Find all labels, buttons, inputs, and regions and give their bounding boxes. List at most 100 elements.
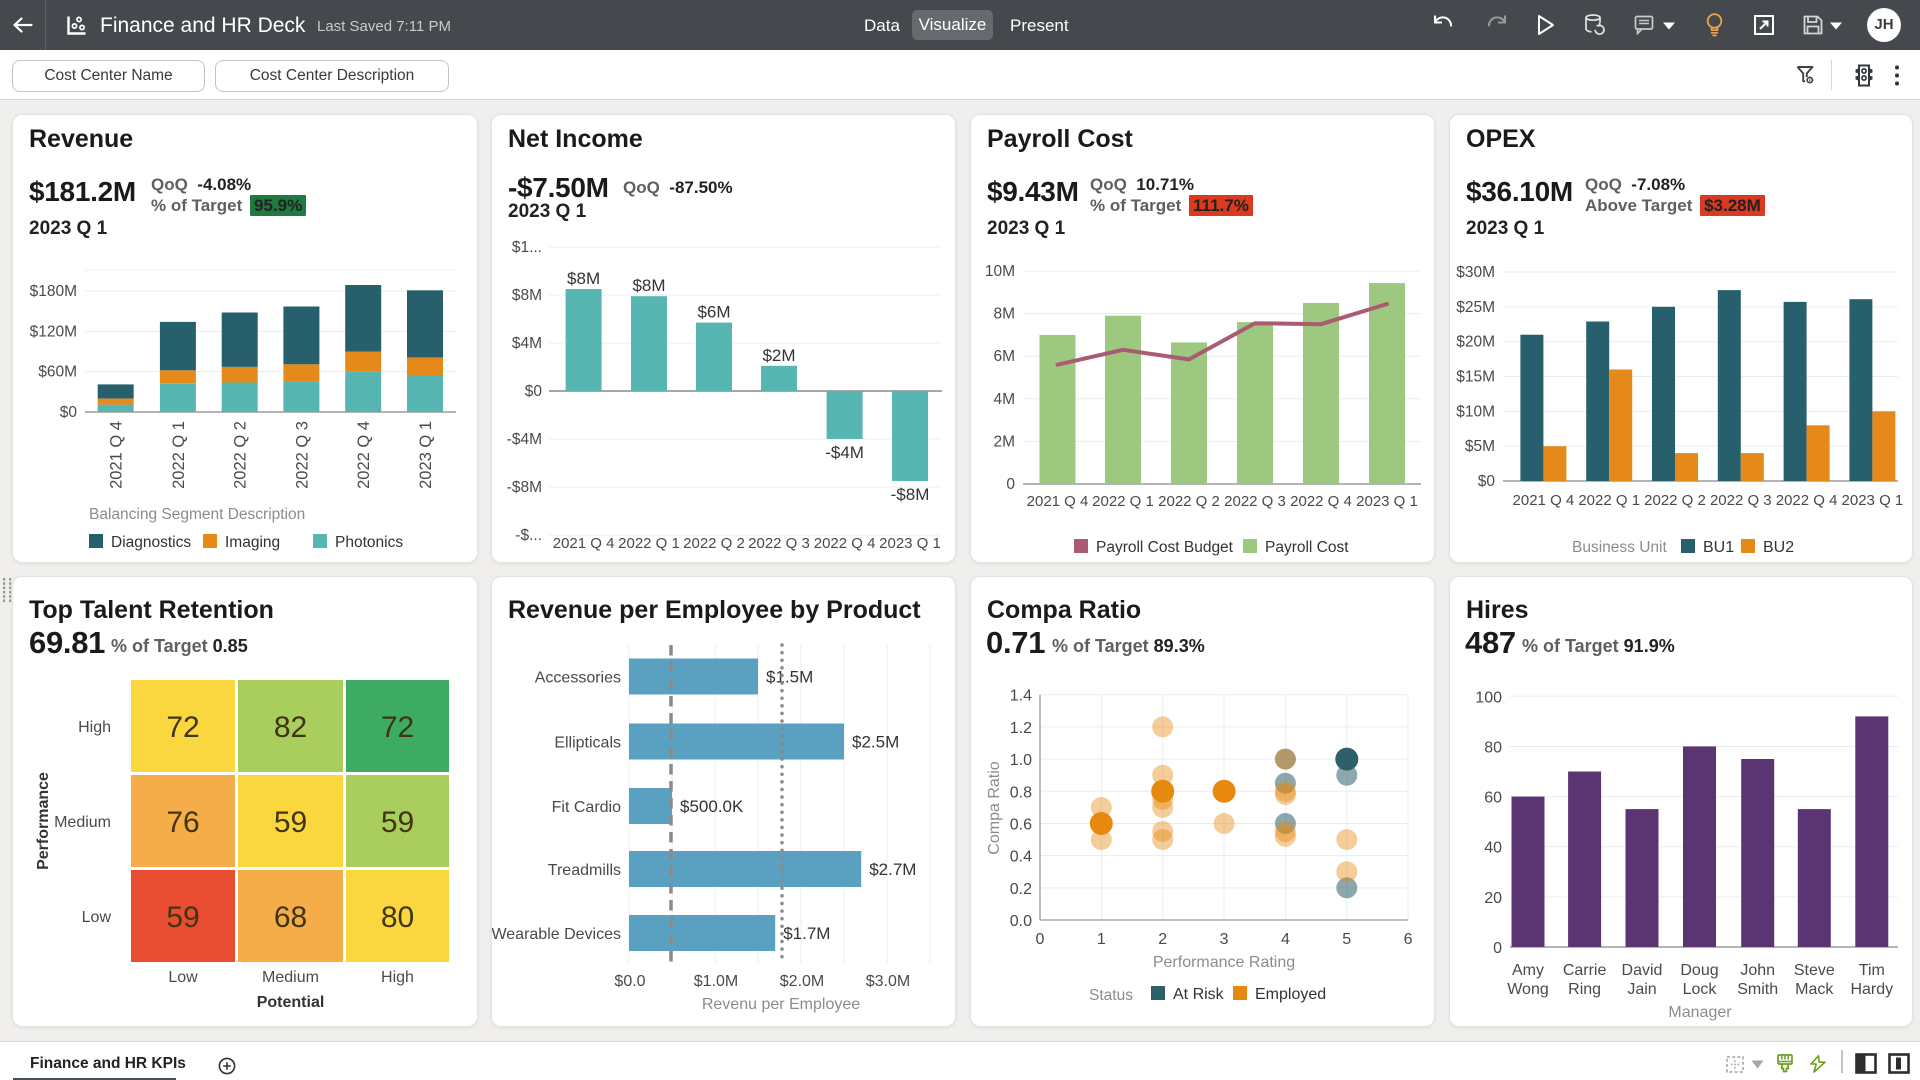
svg-text:2022 Q 1: 2022 Q 1	[1092, 493, 1154, 510]
svg-text:Payroll Cost: Payroll Cost	[1265, 539, 1349, 556]
svg-text:4: 4	[1281, 931, 1290, 948]
svg-text:David: David	[1622, 962, 1663, 979]
svg-text:0.8: 0.8	[1010, 784, 1032, 801]
svg-text:6M: 6M	[993, 348, 1015, 365]
svg-text:1.4: 1.4	[1010, 688, 1032, 705]
svg-text:$0: $0	[1478, 473, 1496, 490]
svg-text:2022 Q 4: 2022 Q 4	[814, 535, 876, 552]
svg-text:Low: Low	[168, 969, 198, 986]
svg-text:72: 72	[166, 711, 199, 744]
svg-text:Tim: Tim	[1859, 962, 1885, 979]
svg-text:$0.0: $0.0	[614, 973, 645, 990]
svg-text:72: 72	[381, 711, 414, 744]
svg-text:Medium: Medium	[262, 969, 319, 986]
svg-text:Status: Status	[1089, 987, 1133, 1004]
svg-text:2022 Q 2: 2022 Q 2	[1158, 493, 1220, 510]
svg-text:2022 Q 2: 2022 Q 2	[683, 535, 745, 552]
svg-text:Ellipticals: Ellipticals	[554, 735, 621, 752]
svg-text:2: 2	[1158, 931, 1167, 948]
svg-text:Low: Low	[82, 909, 112, 926]
svg-text:2022 Q 4: 2022 Q 4	[1776, 492, 1838, 509]
svg-text:2023 Q 1: 2023 Q 1	[879, 535, 941, 552]
svg-text:$180M: $180M	[30, 283, 77, 300]
svg-text:$500.0K: $500.0K	[680, 797, 744, 816]
svg-text:60: 60	[1484, 790, 1502, 807]
svg-text:Compa Ratio: Compa Ratio	[986, 761, 1003, 854]
svg-text:2022 Q 3: 2022 Q 3	[1710, 492, 1772, 509]
svg-text:Business Unit: Business Unit	[1572, 539, 1667, 556]
svg-text:-$...: -$...	[515, 527, 542, 544]
svg-text:2021 Q 4: 2021 Q 4	[108, 421, 126, 489]
svg-text:Payroll Cost Budget: Payroll Cost Budget	[1096, 539, 1234, 556]
svg-text:-$4M: -$4M	[825, 443, 864, 462]
svg-text:4M: 4M	[993, 391, 1015, 408]
svg-text:5: 5	[1342, 931, 1351, 948]
svg-text:100: 100	[1475, 689, 1502, 706]
svg-text:2022 Q 1: 2022 Q 1	[170, 421, 188, 489]
svg-text:Amy: Amy	[1512, 962, 1544, 979]
svg-text:$30M: $30M	[1456, 264, 1495, 281]
svg-text:$2.7M: $2.7M	[869, 860, 916, 879]
svg-text:$8M: $8M	[512, 287, 542, 304]
svg-text:0.4: 0.4	[1010, 849, 1032, 866]
svg-text:Potential: Potential	[257, 994, 325, 1011]
svg-text:Photonics: Photonics	[335, 534, 403, 551]
svg-text:0: 0	[1493, 940, 1502, 957]
svg-text:Accessories: Accessories	[535, 670, 621, 687]
svg-text:2023 Q 1: 2023 Q 1	[1842, 492, 1904, 509]
svg-text:Jain: Jain	[1627, 981, 1656, 998]
svg-text:Balancing Segment Description: Balancing Segment Description	[89, 506, 305, 523]
svg-text:80: 80	[381, 901, 414, 934]
svg-text:$20M: $20M	[1456, 334, 1495, 351]
svg-text:Performance Rating: Performance Rating	[1153, 954, 1295, 971]
svg-text:Manager: Manager	[1668, 1004, 1732, 1021]
svg-text:Doug: Doug	[1680, 962, 1718, 979]
svg-text:76: 76	[166, 806, 199, 839]
svg-text:$3.0M: $3.0M	[866, 973, 910, 990]
svg-text:2022 Q 3: 2022 Q 3	[1224, 493, 1286, 510]
svg-text:$6M: $6M	[697, 303, 730, 322]
svg-text:0: 0	[1036, 931, 1045, 948]
svg-text:8M: 8M	[993, 306, 1015, 323]
svg-text:2022 Q 3: 2022 Q 3	[293, 421, 311, 489]
svg-text:2021 Q 4: 2021 Q 4	[553, 535, 615, 552]
svg-text:2022 Q 2: 2022 Q 2	[1644, 492, 1706, 509]
svg-text:$10M: $10M	[1456, 403, 1495, 420]
svg-text:0.6: 0.6	[1010, 816, 1032, 833]
svg-text:1.2: 1.2	[1010, 720, 1032, 737]
svg-text:$2.0M: $2.0M	[780, 973, 824, 990]
svg-text:-$8M: -$8M	[507, 479, 542, 496]
svg-text:Lock: Lock	[1683, 981, 1718, 998]
svg-text:59: 59	[274, 806, 307, 839]
svg-text:Ring: Ring	[1568, 981, 1601, 998]
svg-text:Diagnostics: Diagnostics	[111, 534, 191, 551]
svg-text:2022 Q 1: 2022 Q 1	[1578, 492, 1640, 509]
svg-text:$1...: $1...	[512, 239, 542, 256]
svg-text:$4M: $4M	[512, 335, 542, 352]
svg-text:80: 80	[1484, 739, 1502, 756]
svg-text:2021 Q 4: 2021 Q 4	[1027, 493, 1089, 510]
svg-text:-$4M: -$4M	[507, 431, 542, 448]
svg-text:Medium: Medium	[54, 814, 111, 831]
svg-text:At Risk: At Risk	[1173, 986, 1225, 1003]
svg-text:10M: 10M	[985, 263, 1015, 280]
svg-text:0: 0	[1006, 476, 1015, 493]
svg-text:68: 68	[274, 901, 307, 934]
svg-text:John: John	[1740, 962, 1775, 979]
svg-text:2022 Q 4: 2022 Q 4	[1290, 493, 1352, 510]
svg-text:Smith: Smith	[1737, 981, 1778, 998]
svg-text:Employed: Employed	[1255, 986, 1326, 1003]
svg-text:$0: $0	[60, 404, 78, 421]
svg-text:$0: $0	[525, 383, 543, 400]
svg-text:Carrie: Carrie	[1563, 962, 1607, 979]
svg-text:2023 Q 1: 2023 Q 1	[1356, 493, 1418, 510]
svg-text:59: 59	[381, 806, 414, 839]
svg-text:$5M: $5M	[1465, 438, 1495, 455]
svg-text:Treadmills: Treadmills	[548, 862, 621, 879]
svg-text:2022 Q 3: 2022 Q 3	[748, 535, 810, 552]
svg-text:$15M: $15M	[1456, 368, 1495, 385]
svg-text:2022 Q 1: 2022 Q 1	[618, 535, 680, 552]
svg-text:59: 59	[166, 901, 199, 934]
svg-text:1.0: 1.0	[1010, 752, 1032, 769]
svg-text:2023 Q 1: 2023 Q 1	[417, 421, 435, 489]
